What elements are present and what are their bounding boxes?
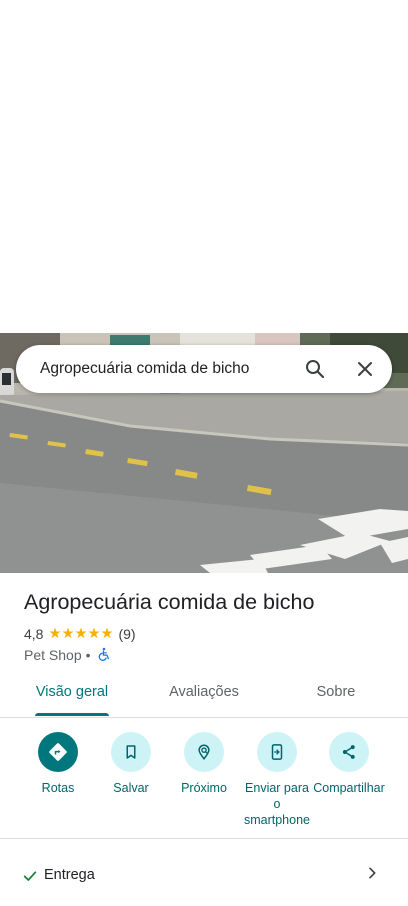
save-label: Salvar xyxy=(113,781,149,795)
actions-divider xyxy=(0,838,408,839)
review-count: (9) xyxy=(118,626,136,642)
category-row: Pet Shop • xyxy=(24,646,111,664)
directions-label: Rotas xyxy=(41,781,75,795)
active-tab-indicator xyxy=(35,713,109,716)
star-rating: ★★★★★ xyxy=(48,626,114,642)
search-icon[interactable] xyxy=(303,357,327,381)
send-to-phone-icon xyxy=(257,732,297,772)
delivery-label: Entrega xyxy=(44,867,95,883)
directions-icon xyxy=(38,732,78,772)
share-button[interactable]: Compartilhar xyxy=(312,732,386,796)
rating-value: 4,8 xyxy=(24,626,44,642)
wheelchair-icon xyxy=(97,647,111,664)
share-icon xyxy=(329,732,369,772)
separator: • xyxy=(85,647,91,663)
place-title: Agropecuária comida de bicho xyxy=(24,590,315,614)
send-to-phone-button[interactable]: Enviar para o smartphone xyxy=(240,732,314,828)
close-icon[interactable] xyxy=(353,357,377,381)
delivery-row[interactable]: Entrega xyxy=(0,858,408,894)
send-to-phone-label: Enviar para o smartphone xyxy=(243,781,310,827)
nearby-button[interactable]: Próximo xyxy=(167,732,241,796)
category-label: Pet Shop xyxy=(24,647,82,663)
search-bar[interactable]: Agropecuária comida de bicho xyxy=(16,345,392,393)
tab-reviews[interactable]: Avaliações xyxy=(160,684,248,704)
nearby-icon xyxy=(184,732,224,772)
check-icon xyxy=(22,868,38,889)
search-query[interactable]: Agropecuária comida de bicho xyxy=(40,345,249,393)
tabs-divider xyxy=(0,717,408,718)
chevron-right-icon[interactable] xyxy=(364,865,380,886)
bookmark-icon xyxy=(111,732,151,772)
blank-area xyxy=(0,0,408,333)
rating-row[interactable]: 4,8 ★★★★★ (9) xyxy=(24,625,136,643)
nearby-label: Próximo xyxy=(181,781,227,795)
tab-about[interactable]: Sobre xyxy=(310,684,362,704)
share-label: Compartilhar xyxy=(313,781,385,795)
directions-button[interactable]: Rotas xyxy=(21,732,95,796)
tab-overview[interactable]: Visão geral xyxy=(35,684,109,704)
save-button[interactable]: Salvar xyxy=(94,732,168,796)
